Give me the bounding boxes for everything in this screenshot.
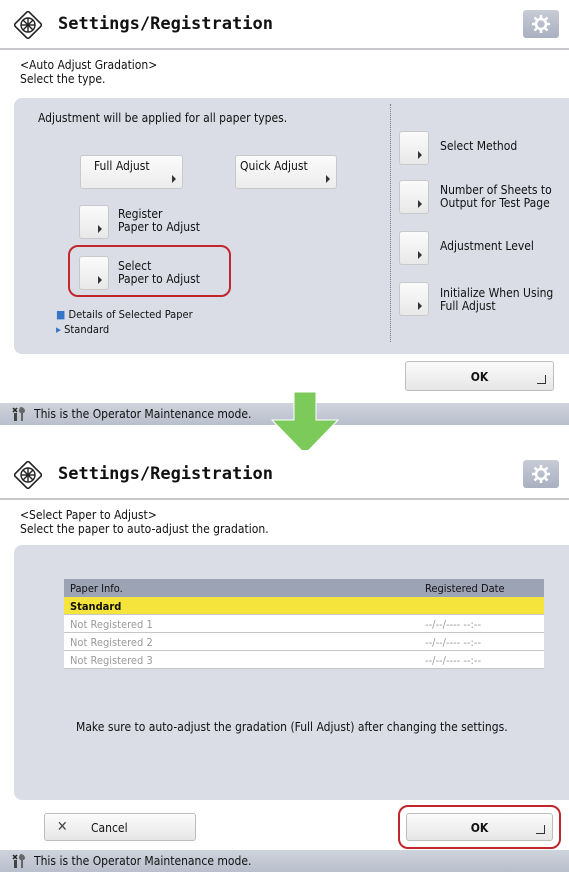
subheading-line-2: Select the type.: [20, 72, 106, 86]
table-header: Paper Info. Registered Date: [64, 579, 544, 597]
select-method-button[interactable]: [399, 131, 429, 165]
quick-adjust-label: Quick Adjust: [240, 159, 308, 173]
settings-registration-icon: [14, 461, 42, 489]
chevron-right-icon: [326, 175, 330, 183]
select-paper-to-adjust-screen: Settings/Registration <Select Paper to A…: [0, 450, 569, 872]
table-row[interactable]: Standard: [64, 597, 544, 615]
adjustment-level-label-line-1: Adjustment Level: [440, 239, 534, 253]
number-of-sheets-button[interactable]: [399, 180, 429, 214]
details-value: Standard: [64, 323, 110, 336]
table-row[interactable]: Not Registered 3 --/--/---- --:--: [64, 651, 544, 669]
gear-icon[interactable]: [523, 460, 559, 488]
info-text: Adjustment will be applied for all paper…: [38, 111, 288, 125]
details-value-row: ▸ Standard: [56, 323, 109, 336]
register-paper-button[interactable]: [79, 205, 109, 239]
wrench-icon: [12, 854, 25, 868]
cancel-button[interactable]: ✕ Cancel: [44, 813, 196, 841]
wrench-icon: [12, 407, 25, 421]
gear-icon[interactable]: [523, 10, 559, 38]
page-title: Settings/Registration: [58, 14, 273, 34]
ok-label: OK: [470, 370, 489, 384]
registered-date: --/--/---- --:--: [425, 636, 482, 649]
note-text: Make sure to auto-adjust the gradation (…: [76, 720, 508, 734]
quick-adjust-button[interactable]: Quick Adjust: [235, 155, 337, 189]
adjustment-level-label: Adjustment Level: [440, 240, 534, 253]
subheading-line-1: <Auto Adjust Gradation>: [20, 58, 158, 72]
footer-text: This is the Operator Maintenance mode.: [34, 407, 252, 421]
select-method-label: Select Method: [440, 140, 517, 153]
full-adjust-label: Full Adjust: [94, 159, 150, 173]
cancel-x-icon: ✕: [57, 819, 68, 835]
highlight-ring: [68, 245, 231, 297]
triangle-bullet-icon: ▸: [56, 323, 61, 336]
adjustment-level-button[interactable]: [399, 231, 429, 265]
subheading-line-2: Select the paper to auto-adjust the grad…: [20, 522, 269, 536]
title-bar: Settings/Registration: [0, 450, 569, 500]
select-method-label-line-1: Select Method: [440, 139, 518, 153]
chevron-right-icon: [98, 225, 102, 233]
chevron-right-icon: [418, 302, 422, 310]
paper-name: Not Registered 3: [70, 654, 153, 667]
register-paper-label: Register Paper to Adjust: [118, 208, 200, 234]
subheading: <Select Paper to Adjust> Select the pape…: [20, 508, 269, 536]
cancel-label: Cancel: [91, 821, 128, 835]
options-area: Adjustment will be applied for all paper…: [14, 98, 569, 354]
registered-date: --/--/---- --:--: [425, 654, 482, 667]
chevron-right-icon: [418, 151, 422, 159]
number-of-sheets-label-line-2: Output for Test Page: [440, 196, 550, 210]
registered-date: --/--/---- --:--: [425, 618, 482, 631]
column-paper-info: Paper Info.: [70, 582, 123, 595]
full-adjust-button[interactable]: Full Adjust: [80, 155, 183, 189]
settings-registration-icon: [14, 11, 42, 39]
paper-name: Not Registered 2: [70, 636, 153, 649]
table-row[interactable]: Not Registered 2 --/--/---- --:--: [64, 633, 544, 651]
subheading-line-1: <Select Paper to Adjust>: [20, 508, 157, 522]
chevron-right-icon: [172, 175, 176, 183]
chevron-right-icon: [418, 251, 422, 259]
footer-text: This is the Operator Maintenance mode.: [34, 854, 252, 868]
divider: [390, 104, 391, 342]
initialize-full-adjust-label-line-2: Full Adjust: [440, 299, 496, 313]
ok-button[interactable]: OK: [405, 361, 554, 391]
down-arrow-icon: [270, 392, 340, 455]
auto-adjust-gradation-screen: Settings/Registration <Auto Adjust Grada…: [0, 0, 569, 425]
corner-enter-icon: [537, 375, 546, 384]
paper-table: Paper Info. Registered Date Standard Not…: [64, 579, 544, 669]
details-label-row: ■ Details of Selected Paper: [56, 308, 193, 321]
details-label: Details of Selected Paper: [68, 308, 193, 321]
initialize-full-adjust-button[interactable]: [399, 282, 429, 316]
table-row[interactable]: Not Registered 1 --/--/---- --:--: [64, 615, 544, 633]
page-title: Settings/Registration: [58, 464, 273, 484]
title-bar: Settings/Registration: [0, 0, 569, 50]
chevron-right-icon: [418, 200, 422, 208]
footer-status-bar: This is the Operator Maintenance mode.: [0, 850, 569, 872]
register-paper-label-line-2: Paper to Adjust: [118, 220, 200, 234]
number-of-sheets-label: Number of Sheets to Output for Test Page: [440, 184, 552, 210]
square-bullet-icon: ■: [56, 308, 66, 321]
initialize-full-adjust-label: Initialize When Using Full Adjust: [440, 287, 553, 313]
column-registered-date: Registered Date: [425, 582, 505, 595]
paper-name: Not Registered 1: [70, 618, 153, 631]
subheading: <Auto Adjust Gradation> Select the type.: [20, 58, 157, 86]
paper-name: Standard: [70, 600, 122, 613]
highlight-ring: [398, 805, 561, 849]
